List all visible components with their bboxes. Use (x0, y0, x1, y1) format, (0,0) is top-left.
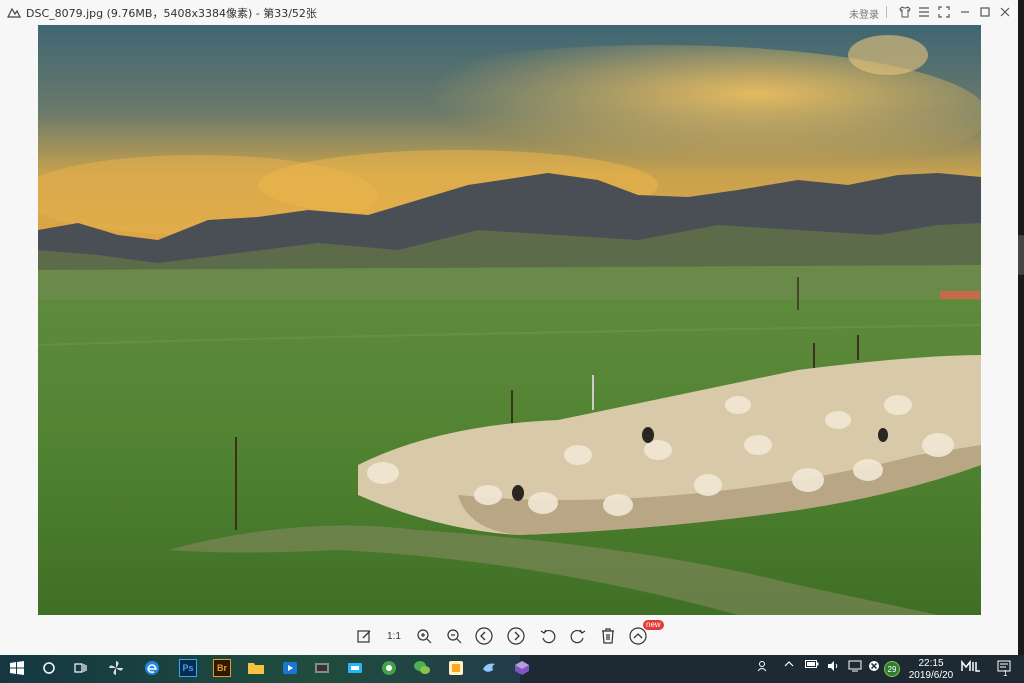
cortana-icon[interactable] (40, 659, 58, 677)
windows-start-icon[interactable] (8, 659, 26, 677)
title-bar: DSC_8079.jpg (9.76MB，5408x3384像素) - 第33/… (0, 0, 1018, 24)
media-app-icon[interactable] (346, 659, 364, 677)
menu-icon[interactable] (916, 4, 932, 20)
edit-icon[interactable] (353, 625, 375, 647)
clock-time[interactable]: 22:15 (917, 658, 945, 669)
image-viewer-window: DSC_8079.jpg (9.76MB，5408x3384像素) - 第33/… (0, 0, 1018, 655)
video-app-icon[interactable] (281, 659, 299, 677)
battery-icon[interactable] (805, 660, 819, 668)
green-app-icon[interactable] (380, 659, 398, 677)
pinwheel-app-icon[interactable] (107, 659, 125, 677)
cube-app-icon[interactable] (513, 659, 531, 677)
maximize-icon[interactable] (977, 4, 993, 20)
next-icon[interactable] (505, 625, 527, 647)
task-view-icon[interactable] (72, 659, 90, 677)
close-icon[interactable] (997, 4, 1013, 20)
actual-size-button[interactable]: 1:1 (383, 625, 405, 647)
photo-canvas[interactable] (38, 25, 981, 615)
zoom-out-icon[interactable] (443, 625, 465, 647)
zoom-in-icon[interactable] (413, 625, 435, 647)
minimize-icon[interactable] (957, 4, 973, 20)
edge-icon[interactable] (143, 659, 161, 677)
notification-count-badge[interactable]: 29 (884, 661, 900, 677)
tray-expand-icon[interactable] (782, 660, 796, 668)
notes-app-icon[interactable] (447, 659, 465, 677)
login-link[interactable]: 未登录 (849, 6, 879, 21)
wechat-icon[interactable] (413, 659, 431, 677)
bird-app-icon[interactable] (480, 659, 498, 677)
bridge-icon[interactable]: Br (213, 659, 231, 677)
file-explorer-icon[interactable] (247, 659, 265, 677)
ime-icon[interactable] (960, 660, 982, 672)
rotate-right-icon[interactable] (567, 625, 589, 647)
clock-date[interactable]: 2019/6/20 (908, 670, 954, 681)
blocked-icon[interactable] (867, 660, 881, 672)
volume-icon[interactable] (826, 660, 840, 672)
action-center-badge: 1 (1003, 669, 1008, 678)
window-title: DSC_8079.jpg (9.76MB，5408x3384像素) - 第33/… (26, 7, 317, 20)
new-badge: new (643, 620, 664, 630)
screen-edge (1018, 0, 1024, 655)
skin-icon[interactable] (897, 4, 913, 20)
landscape-photo (38, 25, 981, 615)
people-icon[interactable] (756, 660, 770, 672)
film-app-icon[interactable] (313, 659, 331, 677)
scrollbar-thumb[interactable] (1018, 235, 1024, 275)
previous-icon[interactable] (473, 625, 495, 647)
mountain-logo-icon (7, 5, 21, 18)
delete-icon[interactable] (597, 625, 619, 647)
rotate-left-icon[interactable] (537, 625, 559, 647)
photoshop-icon[interactable]: Ps (179, 659, 197, 677)
network-icon[interactable] (848, 660, 862, 672)
fullscreen-icon[interactable] (936, 4, 952, 20)
title-separator (886, 6, 887, 18)
